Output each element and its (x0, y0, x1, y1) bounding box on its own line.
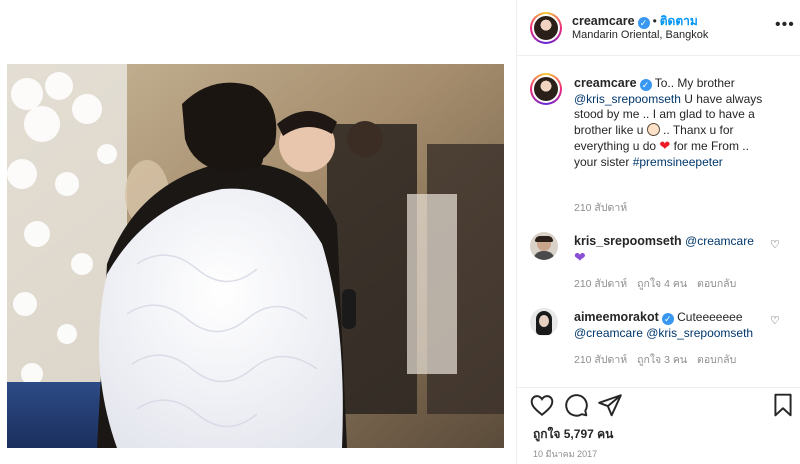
heart-icon[interactable] (529, 392, 555, 418)
comment-reply[interactable]: ตอบกลับ (697, 278, 736, 290)
comment-time[interactable]: 210 สัปดาห์ (574, 278, 627, 290)
post-location[interactable]: Mandarin Oriental, Bangkok (572, 29, 708, 41)
caption-mention[interactable]: @kris_srepoomseth (574, 92, 681, 106)
comment-mention[interactable]: @creamcare (685, 234, 754, 248)
action-bar (517, 392, 800, 424)
caption-time[interactable]: 210 สัปดาห์ (574, 202, 627, 214)
bookmark-icon[interactable] (770, 392, 796, 418)
follow-button[interactable]: ติดตาม (660, 14, 698, 28)
caption-avatar[interactable] (530, 73, 562, 105)
comment-like-heart-icon[interactable]: ♡ (770, 238, 780, 251)
comment-mention[interactable]: @creamcare (574, 326, 643, 340)
post-photo-image (7, 64, 504, 448)
caption-username[interactable]: creamcare (574, 76, 637, 90)
comment-avatar[interactable] (530, 232, 558, 260)
comment-like-heart-icon[interactable]: ♡ (770, 314, 780, 327)
likes-count[interactable]: ถูกใจ 5,797 คน (533, 425, 613, 444)
share-icon[interactable] (597, 392, 623, 418)
comment-meta: 210 สัปดาห์ ถูกใจ 3 คน ตอบกลับ (574, 351, 746, 368)
red-heart-icon: ❤ (659, 138, 671, 154)
author-username[interactable]: creamcare (572, 14, 635, 28)
caption-text: creamcare ✓ To.. My brother @kris_srepoom… (574, 76, 774, 171)
comment-likes[interactable]: ถูกใจ 3 คน (637, 354, 687, 366)
separator-dot: • (652, 14, 657, 28)
comment-body: Cuteeeeeee (677, 310, 743, 324)
photo-area (0, 0, 516, 464)
verified-badge-icon: ✓ (639, 79, 652, 91)
comment-time[interactable]: 210 สัปดาห์ (574, 354, 627, 366)
caption-meta: 210 สัปดาห์ (574, 199, 637, 216)
comment-icon[interactable] (563, 392, 589, 418)
comment-mention[interactable]: @kris_srepoomseth (646, 326, 753, 340)
author-avatar[interactable] (530, 12, 562, 44)
smile-emoji-icon (646, 122, 660, 136)
comment-reply[interactable]: ตอบกลับ (697, 354, 736, 366)
comment-meta: 210 สัปดาห์ ถูกใจ 4 คน ตอบกลับ (574, 275, 746, 292)
comment-avatar[interactable] (530, 308, 558, 336)
comment-text: kris_srepoomseth @creamcare ❤ (574, 234, 774, 266)
post-sidebar: creamcare ✓ • ติดตาม Mandarin Oriental, Ban… (516, 0, 800, 464)
comment-text: aimeemorakot ✓ Cuteeeeeee @creamcare @kri… (574, 310, 774, 341)
purple-heart-icon: ❤ (574, 248, 586, 265)
comment-username[interactable]: kris_srepoomseth (574, 234, 682, 248)
post-photo[interactable] (7, 64, 504, 448)
post-header: creamcare ✓ • ติดตาม Mandarin Oriental, Ban… (517, 0, 800, 56)
post-date[interactable]: 10 มีนาคม 2017 (533, 447, 597, 461)
verified-badge-icon: ✓ (661, 313, 674, 325)
more-options-icon[interactable]: ••• (775, 16, 795, 34)
verified-badge-icon: ✓ (637, 17, 650, 29)
caption-line-1: To.. My brother (654, 76, 735, 90)
caption-hashtag[interactable]: #premsineepeter (633, 155, 723, 169)
comment-username[interactable]: aimeemorakot (574, 310, 659, 324)
comments-section: creamcare ✓ To.. My brother @kris_srepoom… (517, 56, 800, 388)
comment-likes[interactable]: ถูกใจ 4 คน (637, 278, 687, 290)
